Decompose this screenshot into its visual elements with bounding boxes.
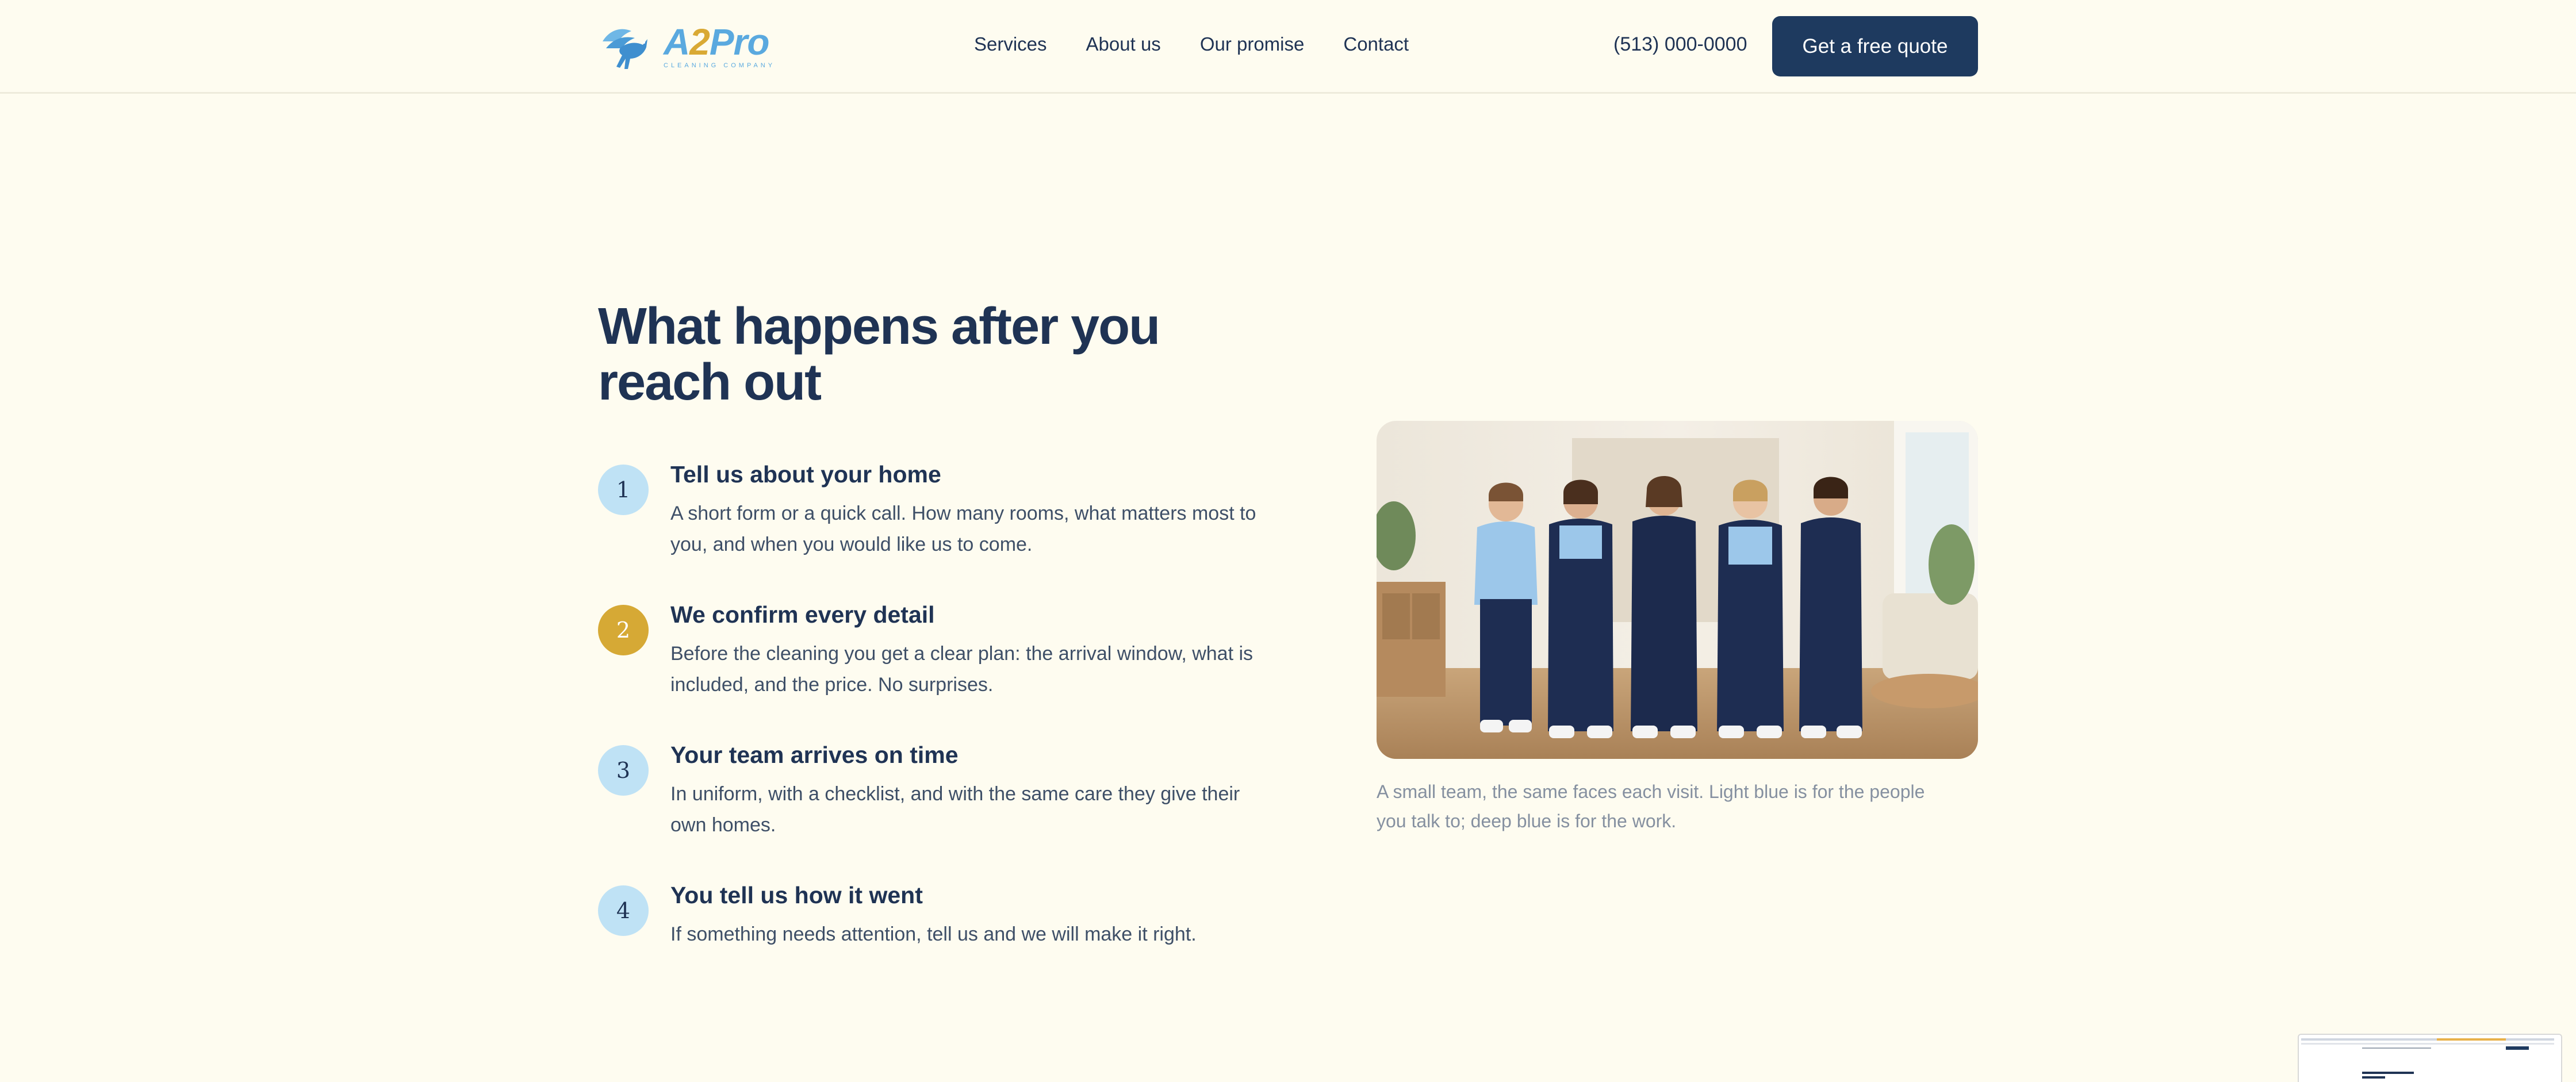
step-number-badge: 2 [598, 605, 649, 655]
step-title: Your team arrives on time [670, 742, 959, 768]
step-number-badge: 3 [598, 745, 649, 796]
logo-wordmark: A2Pro [664, 21, 769, 63]
step-description: A short form or a quick call. How many r… [670, 502, 1256, 555]
logo-tagline: CLEANING COMPANY [664, 62, 776, 69]
step-description: If something needs attention, tell us an… [670, 923, 1197, 945]
logo[interactable]: A2Pro CLEANING COMPANY [598, 17, 775, 75]
step-title: You tell us how it went [670, 882, 923, 908]
team-photo-illustration [1377, 421, 1978, 759]
step-description: In uniform, with a checklist, and with t… [670, 783, 1240, 836]
nav-link-services[interactable]: Services [974, 33, 1047, 55]
nav-link-contact[interactable]: Contact [1343, 33, 1409, 55]
team-photo [1377, 421, 1978, 759]
step-title: We confirm every detail [670, 601, 935, 628]
get-quote-button[interactable]: Get a free quote [1772, 16, 1978, 76]
step-number-badge: 1 [598, 465, 649, 515]
step-number-badge: 4 [598, 885, 649, 936]
pegasus-icon [603, 29, 647, 69]
page-preview-illustration [2299, 1035, 2561, 1082]
nav-link-about-us[interactable]: About us [1086, 33, 1161, 55]
step-description: Before the cleaning you get a clear plan… [670, 643, 1254, 696]
main-nav: Services About us Our promise Contact [974, 33, 1409, 55]
page-preview-thumbnail[interactable] [2298, 1034, 2562, 1082]
photo-caption: A small team, the same faces each visit.… [1377, 781, 1925, 831]
step-title: Tell us about your home [670, 461, 941, 488]
phone-link[interactable]: (513) 000-0000 [1613, 33, 1747, 56]
nav-link-our-promise[interactable]: Our promise [1200, 33, 1305, 55]
site-header: A2Pro CLEANING COMPANY Services About us… [0, 0, 2576, 94]
section-title: What happens after you reach out [598, 298, 1160, 411]
